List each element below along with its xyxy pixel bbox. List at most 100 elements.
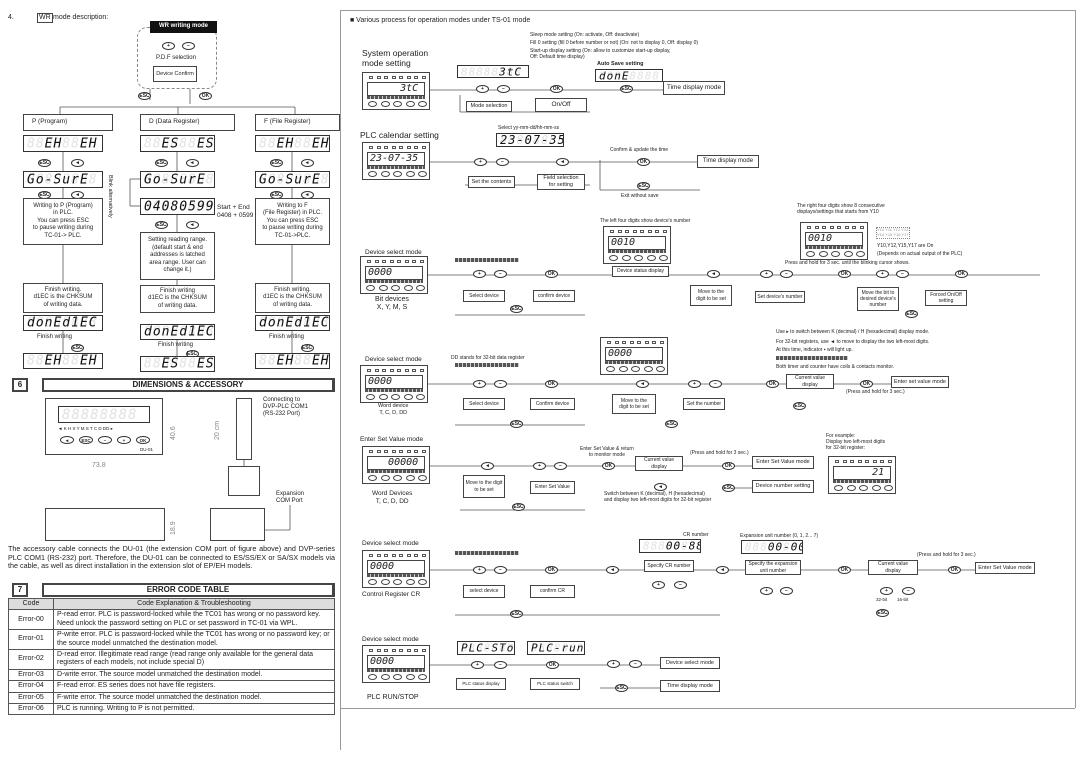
plus-key-icon: + xyxy=(473,566,486,574)
indicator-icon xyxy=(406,146,411,149)
panel-key-icon xyxy=(418,579,427,585)
indicator-strip xyxy=(367,96,425,99)
plus-key-icon: + xyxy=(760,270,773,278)
indicator-icon xyxy=(647,230,652,233)
panel-key-icon xyxy=(368,475,377,481)
move-digit-box: Move to the digit to be set xyxy=(612,394,656,414)
move-digit-box: Move to the digit to be set xyxy=(463,475,505,498)
minus-key-icon: − xyxy=(780,587,793,595)
indicator-icon xyxy=(419,260,424,263)
table-row: Error-01 P-write error. PLC is password-l… xyxy=(8,629,335,650)
panel-key-icon xyxy=(393,674,402,680)
indicator-icon xyxy=(397,260,401,263)
panel-key-icon xyxy=(405,674,415,680)
panel-key-icon xyxy=(621,255,631,261)
indicator-strip xyxy=(367,470,425,473)
display-value: Go-SurE xyxy=(144,172,206,187)
panel-key-icon xyxy=(846,485,856,491)
panel-display: 0000 xyxy=(605,347,663,361)
panel-key-icon xyxy=(418,475,427,481)
device-select-box: Device select mode xyxy=(660,657,720,669)
current-value-box: Current value display xyxy=(786,374,834,389)
minus-key-icon: − xyxy=(896,270,909,278)
indicator-icon xyxy=(399,450,403,453)
left-key-icon: ◄ xyxy=(716,566,729,574)
error-code: Error-00 xyxy=(8,609,54,631)
panel-key-icon xyxy=(403,394,413,400)
indicator-icon xyxy=(421,554,426,557)
table-row: Error-05 F-write error. The source model … xyxy=(8,691,335,704)
mode-title: Enter Set Value mode xyxy=(360,436,424,443)
display-value: EH EH xyxy=(259,136,330,151)
esc-key-icon: ESC xyxy=(876,609,889,617)
device-number-box: Device number setting xyxy=(752,480,814,493)
mode-title: Device select mode xyxy=(365,356,422,363)
panel-display: 0000 xyxy=(365,266,423,280)
ok-key-icon: OK xyxy=(545,566,558,574)
du01-panel-icon: 23-07-35 xyxy=(362,142,430,180)
panel-value: 3tC xyxy=(370,83,425,94)
ok-key-icon: OK xyxy=(602,462,615,470)
indicator-strip xyxy=(605,361,663,364)
plus-key-icon: + xyxy=(880,587,893,595)
esc-key-icon: ESC xyxy=(155,221,168,229)
minus-key-icon: − xyxy=(494,270,507,278)
panel-key-icon xyxy=(856,251,865,257)
ok-key-icon: OK xyxy=(838,270,851,278)
panel-key-icon xyxy=(884,485,893,491)
esc-key-icon: ESC xyxy=(620,85,633,93)
height-dimension: 40.6 xyxy=(170,426,177,440)
panel-display: 21 xyxy=(833,466,891,480)
indicator-icon xyxy=(622,341,626,344)
move-digit-box: Move to the digit to be set xyxy=(690,285,732,306)
hold-note: (Press and hold for 3 sec.) xyxy=(846,389,905,395)
left-key-icon: ◄ xyxy=(636,380,649,388)
seven-segment-display: 88888888DU-01 xyxy=(58,406,150,423)
du01-panel-icon: 0010 xyxy=(800,222,868,260)
section-title: DIMENSIONS & ACCESSORY xyxy=(42,378,335,392)
return-note: Enter Set Value & return to monitor mode xyxy=(580,446,634,458)
seven-segment-display: 88888888 00-88 xyxy=(639,539,701,553)
cable-length: 20 cm xyxy=(214,420,221,440)
header-explanation: Code Explanation & Troubleshooting xyxy=(53,597,335,611)
minus-key-icon: − xyxy=(494,661,507,669)
display-value: Go-SurE xyxy=(27,172,89,187)
indicator-icon xyxy=(637,341,641,344)
column-title-d: D (Data Register) xyxy=(140,114,235,131)
minus-key-icon: − xyxy=(902,587,915,595)
seven-segment-display: 88888888 EH EH xyxy=(23,353,103,369)
panel-key-icon xyxy=(659,255,668,261)
left-key-icon: ◄ xyxy=(654,483,667,491)
minus-key-icon: − xyxy=(182,42,195,50)
panel-display: 0000 xyxy=(367,655,425,669)
segment-ghost: 88888888 xyxy=(62,406,138,423)
minus-key-icon: − xyxy=(780,270,793,278)
time-display-box: Time display mode xyxy=(660,680,720,692)
indicator-icon xyxy=(384,450,388,453)
indicator-icon xyxy=(835,460,839,463)
ok-key-icon: OK xyxy=(838,566,851,574)
panel-key-icon xyxy=(818,251,828,257)
panel-key-icon xyxy=(405,579,415,585)
seven-segment-display: 88888888 ES ES xyxy=(140,356,215,372)
indicator-icon xyxy=(414,649,418,652)
cable-connector-icon xyxy=(228,466,260,496)
esc-key-icon: ESC xyxy=(510,610,523,618)
panel-key-icon xyxy=(368,101,377,107)
panel-display: 23-07-35 xyxy=(367,152,425,166)
ok-key-icon: OK xyxy=(948,566,961,574)
panel-value: 00000 xyxy=(370,457,419,468)
plus-key-icon: + xyxy=(162,42,175,50)
display-value: donEd1EC xyxy=(27,315,98,331)
indicator-icon xyxy=(374,260,379,263)
error-code: Error-05 xyxy=(8,691,54,704)
indicator-icon xyxy=(399,76,403,79)
display-value: EH EH xyxy=(27,353,98,369)
indicator-icon xyxy=(391,76,396,79)
left-key-icon: ◄ xyxy=(606,566,619,574)
display-value: PLC-run xyxy=(531,641,585,655)
esc-key-icon: ESC xyxy=(138,92,151,100)
device-caption: PLC RUN/STOP xyxy=(367,694,419,701)
device-caption: Bit devices X, Y, M, S xyxy=(375,296,409,312)
model-label: DU-01 xyxy=(140,447,154,452)
